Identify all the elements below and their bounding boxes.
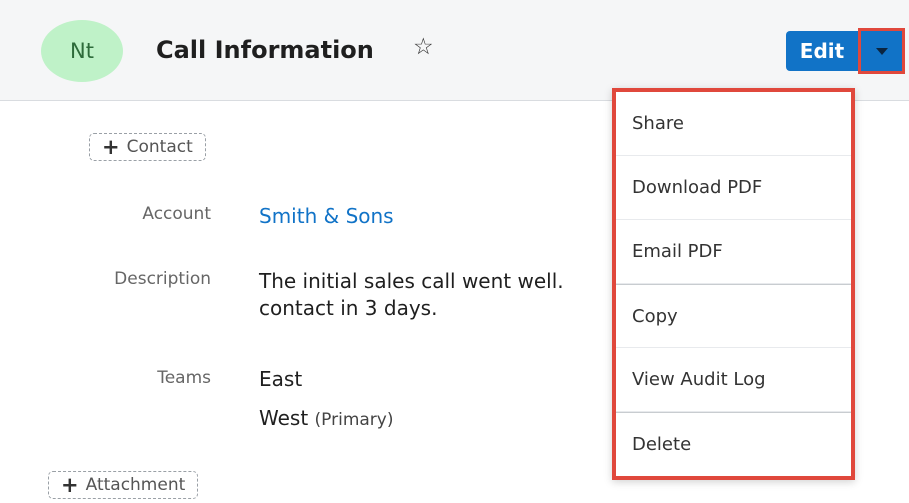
actions-dropdown-toggle[interactable]: [858, 28, 905, 74]
menu-item-delete[interactable]: Delete: [616, 412, 851, 476]
description-label: Description: [114, 269, 211, 289]
account-link[interactable]: Smith & Sons: [259, 203, 394, 230]
team-west: West (Primary): [259, 405, 394, 432]
description-line-2: contact in 3 days.: [259, 296, 438, 320]
menu-item-share[interactable]: Share: [616, 92, 851, 156]
description-value: The initial sales call went well. contac…: [259, 268, 564, 322]
team-east: East: [259, 367, 303, 391]
add-contact-label: Contact: [126, 137, 193, 157]
star-outline-icon[interactable]: ☆: [413, 36, 434, 59]
primary-badge: (Primary): [314, 410, 394, 430]
plus-icon: +: [102, 134, 120, 159]
caret-down-icon: [875, 47, 888, 55]
add-attachment-button[interactable]: + Attachment: [48, 471, 199, 499]
actions-dropdown-menu: Share Download PDF Email PDF Copy View A…: [612, 88, 855, 480]
page-title: Call Information: [156, 36, 374, 64]
menu-item-download-pdf[interactable]: Download PDF: [616, 156, 851, 220]
plus-icon: +: [61, 472, 79, 497]
teams-label: Teams: [157, 368, 211, 388]
avatar: Nt: [41, 20, 123, 82]
menu-item-copy[interactable]: Copy: [616, 284, 851, 348]
team-west-name: West: [259, 406, 309, 430]
edit-button[interactable]: Edit: [786, 31, 858, 71]
account-label: Account: [142, 204, 211, 224]
record-header: Nt Call Information ☆ Edit: [0, 0, 909, 101]
add-attachment-label: Attachment: [85, 475, 186, 495]
menu-item-view-audit-log[interactable]: View Audit Log: [616, 348, 851, 412]
menu-item-email-pdf[interactable]: Email PDF: [616, 220, 851, 284]
description-line-1: The initial sales call went well.: [259, 269, 564, 293]
add-contact-button[interactable]: + Contact: [89, 133, 206, 161]
